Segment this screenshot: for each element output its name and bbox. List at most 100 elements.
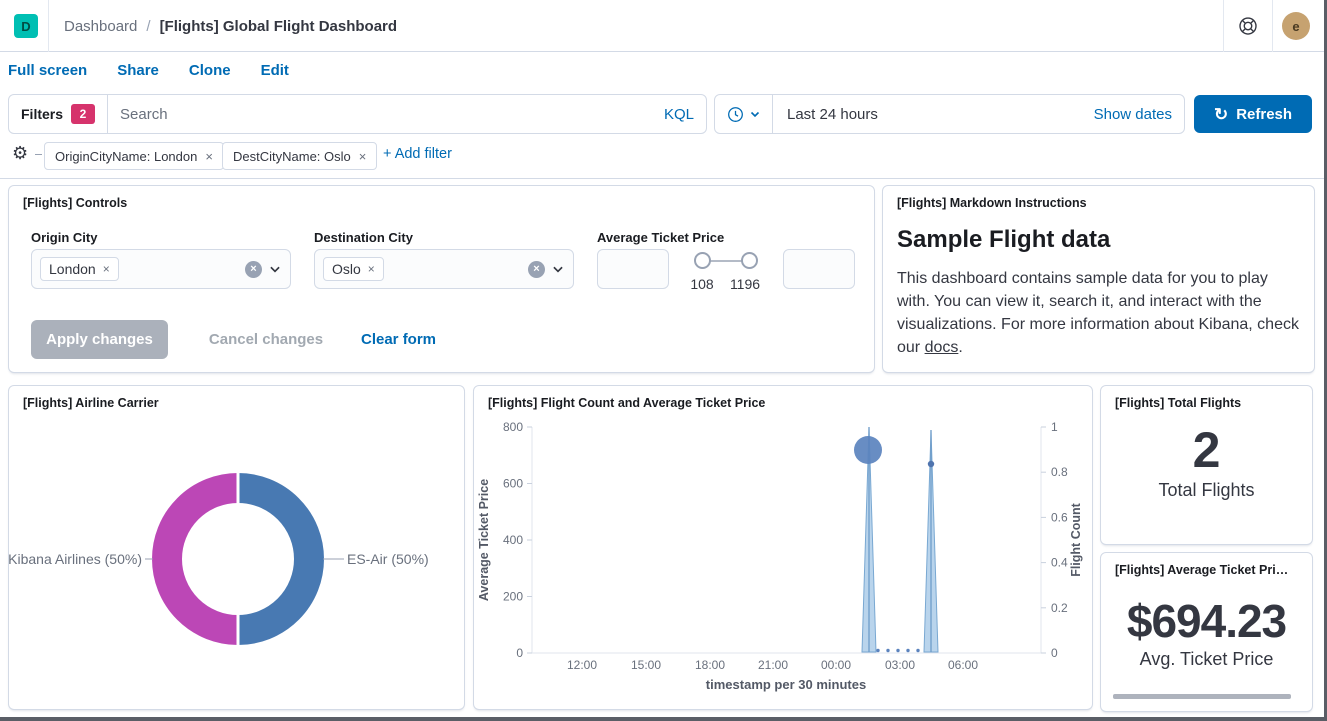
total-flights-value: 2 [1101,422,1312,478]
right-axis-tick: 0.8 [1051,465,1068,479]
remove-value-icon[interactable]: × [368,262,375,276]
markdown-text: . [958,339,962,356]
timeseries-chart[interactable]: 800 600 400 200 0 1 0.8 0.6 0.4 0.2 0 12… [474,386,1094,711]
left-axis-tick: 0 [516,646,523,660]
markdown-heading: Sample Flight data [897,226,1110,254]
gear-icon[interactable]: ⚙ [12,143,28,163]
kibana-dashboard-app: D Dashboard / [Flights] Global Flight Da… [0,0,1327,721]
time-picker: Last 24 hours Show dates [714,94,1185,134]
page-title: [Flights] Global Flight Dashboard [160,18,398,35]
panel-title: [Flights] Average Ticket Pri… [1115,563,1288,577]
donut-slice-kibana-airlines[interactable] [167,488,238,630]
slice-label-es-air: ES-Air (50%) [347,551,429,567]
chevron-down-icon[interactable] [551,262,565,276]
slice-label-kibana-airlines: Kibana Airlines (50%) [9,551,142,567]
chevron-down-icon [749,108,761,120]
search-input[interactable] [108,106,652,123]
breadcrumb-dashboard[interactable]: Dashboard [64,18,137,35]
filters-menu-button[interactable]: Filters 2 [9,95,108,133]
baseline-point [896,649,899,652]
apply-changes-button[interactable]: Apply changes [31,320,168,359]
breadcrumb: Dashboard / [Flights] Global Flight Dash… [64,0,397,52]
clear-selection-icon[interactable]: × [245,261,262,278]
refresh-button[interactable]: ↻ Refresh [1194,95,1312,133]
panel-title: [Flights] Markdown Instructions [897,196,1087,210]
clear-selection-icon[interactable]: × [528,261,545,278]
destination-city-pill[interactable]: Oslo × [323,257,384,281]
filters-count-badge: 2 [71,104,95,124]
panel-title: [Flights] Controls [23,196,127,210]
show-dates-button[interactable]: Show dates [1082,106,1184,123]
range-slider-max-handle[interactable] [741,252,758,269]
destination-city-combobox[interactable]: Oslo × × [314,249,574,289]
filter-connector [35,154,42,155]
x-axis-tick: 21:00 [758,658,788,672]
avg-price-bubble[interactable] [854,436,882,464]
baseline-point [876,649,879,652]
user-avatar[interactable]: e [1282,12,1310,40]
kibana-logo[interactable]: D [14,14,38,38]
right-axis-tick: 0.2 [1051,601,1068,615]
breadcrumb-separator: / [146,18,150,35]
panel-title: [Flights] Total Flights [1115,396,1241,410]
slider-max-value: 1196 [725,276,765,292]
full-screen-button[interactable]: Full screen [8,62,87,79]
baseline-point [886,649,889,652]
clear-form-button[interactable]: Clear form [361,320,436,359]
filters-label: Filters [21,106,63,122]
horizontal-scrollbar[interactable] [1113,694,1291,699]
donut-slice-es-air[interactable] [238,488,309,630]
x-axis-tick: 18:00 [695,658,725,672]
help-button[interactable] [1236,14,1260,38]
right-axis-tick: 0.4 [1051,556,1068,570]
chevron-down-icon[interactable] [268,262,282,276]
kql-selector[interactable]: KQL [652,106,706,123]
slider-min-value: 108 [682,276,722,292]
price-min-input[interactable] [597,249,669,289]
remove-value-icon[interactable]: × [103,262,110,276]
refresh-icon: ↻ [1214,106,1228,123]
avg-price-point[interactable] [928,461,934,467]
quick-select-button[interactable] [715,95,773,133]
x-axis-tick: 15:00 [631,658,661,672]
clone-button[interactable]: Clone [189,62,231,79]
range-slider-min-handle[interactable] [694,252,711,269]
origin-city-combobox[interactable]: London × × [31,249,291,289]
share-button[interactable]: Share [117,62,159,79]
time-range-value[interactable]: Last 24 hours [773,106,1082,123]
left-axis-tick: 200 [503,590,523,604]
right-axis-tick: 1 [1051,420,1058,434]
remove-filter-icon[interactable]: × [359,149,367,164]
edit-button[interactable]: Edit [261,62,289,79]
add-filter-button[interactable]: + Add filter [383,146,452,162]
destination-city-value: Oslo [332,261,361,277]
avg-ticket-label: Avg. Ticket Price [1101,649,1312,670]
origin-city-pill[interactable]: London × [40,257,119,281]
price-max-input[interactable] [783,249,855,289]
filter-bar: ⚙ OriginCityName: London × DestCityName:… [0,134,1327,179]
dashboard-menu: Full screen Share Clone Edit [8,52,289,88]
docs-link[interactable]: docs [925,339,959,356]
x-axis-tick: 00:00 [821,658,851,672]
filter-pill-origin[interactable]: OriginCityName: London × [44,142,224,170]
avg-ticket-value: $694.23 [1101,595,1312,647]
cancel-changes-button[interactable]: Cancel changes [201,320,331,359]
filter-pill-dest[interactable]: DestCityName: Oslo × [222,142,377,170]
header-divider [1272,0,1273,52]
left-axis-tick: 800 [503,420,523,434]
left-axis-tick: 600 [503,477,523,491]
x-axis-tick: 12:00 [567,658,597,672]
panel-avg-ticket-price: [Flights] Average Ticket Pri… $694.23 Av… [1100,552,1313,712]
origin-city-value: London [49,261,96,277]
panel-controls: [Flights] Controls Origin City London × … [8,185,875,373]
x-axis-title: timestamp per 30 minutes [706,677,866,692]
window-bottom-edge [0,717,1327,721]
markdown-body: This dashboard contains sample data for … [897,268,1304,360]
donut-chart[interactable]: Kibana Airlines (50%) ES-Air (50%) [9,386,466,711]
panel-total-flights: [Flights] Total Flights 2 Total Flights [1100,385,1313,545]
left-axis-title: Average Ticket Price [477,479,491,601]
remove-filter-icon[interactable]: × [205,149,213,164]
header-divider [48,0,49,52]
right-axis-title: Flight Count [1069,502,1083,576]
query-bar: Filters 2 KQL [8,94,707,134]
